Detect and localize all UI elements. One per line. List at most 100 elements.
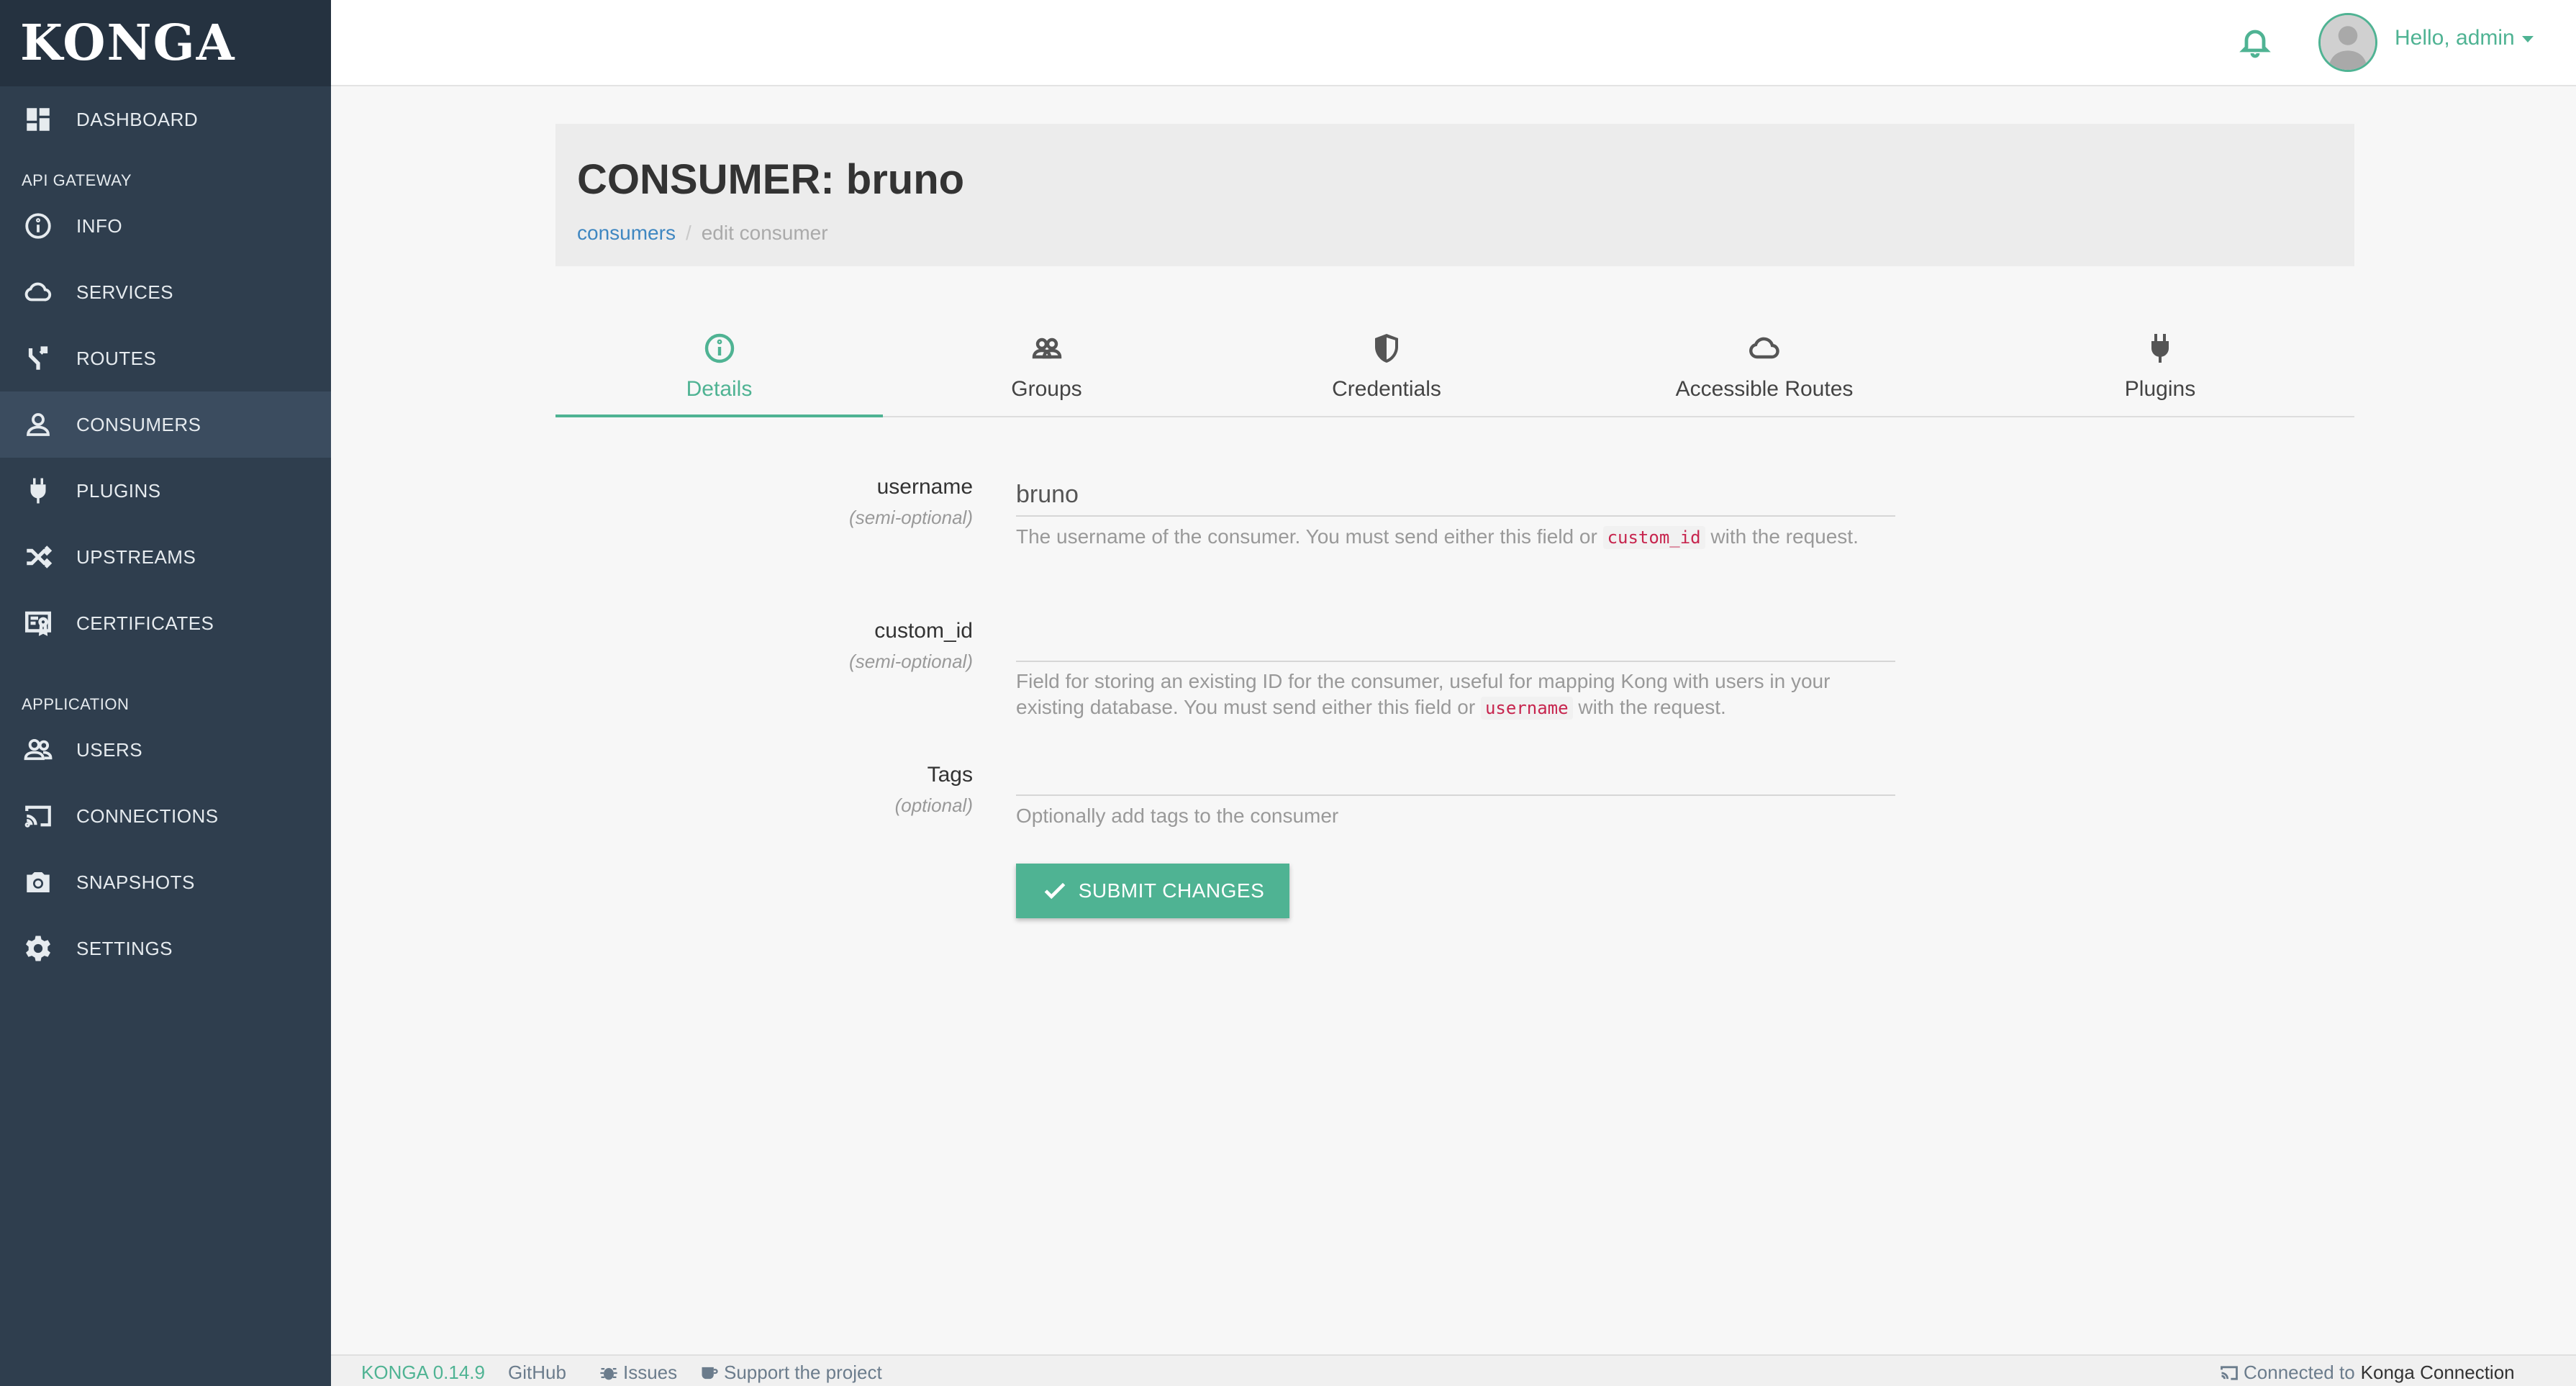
plug-icon bbox=[22, 474, 55, 507]
tab-credentials[interactable]: Credentials bbox=[1210, 322, 1563, 417]
sidebar-item-info[interactable]: INFO bbox=[0, 193, 331, 259]
cloud-icon bbox=[22, 276, 55, 309]
nav-section-api-gateway: API GATEWAY bbox=[22, 171, 132, 189]
cast-icon bbox=[2221, 1365, 2238, 1380]
sidebar-item-label: CONSUMERS bbox=[76, 413, 201, 435]
footer-version[interactable]: KONGA 0.14.9 bbox=[361, 1362, 485, 1384]
nav-section-application: APPLICATION bbox=[22, 695, 130, 713]
sidebar-item-label: SERVICES bbox=[76, 281, 174, 303]
tags-label: Tags bbox=[927, 763, 973, 787]
custom-id-sub: (semi-optional) bbox=[849, 651, 973, 672]
bell-icon[interactable] bbox=[2238, 24, 2272, 59]
support-label: Support the project bbox=[724, 1362, 882, 1383]
sidebar-item-label: ROUTES bbox=[76, 347, 157, 369]
sidebar-item-label: CONNECTIONS bbox=[76, 805, 219, 827]
cast-icon bbox=[22, 800, 55, 833]
tab-plugins[interactable]: Plugins bbox=[1966, 322, 2354, 417]
username-label: username bbox=[876, 475, 973, 499]
username-help: The username of the consumer. You must s… bbox=[1016, 524, 1895, 551]
user-greeting: Hello, admin bbox=[2395, 26, 2515, 50]
tab-details[interactable]: Details bbox=[555, 322, 883, 417]
breadcrumb: consumers / edit consumer bbox=[577, 222, 828, 245]
check-icon bbox=[1044, 882, 1066, 900]
code-username: username bbox=[1480, 697, 1573, 720]
camera-icon bbox=[22, 866, 55, 899]
routes-icon bbox=[22, 342, 55, 375]
sidebar-item-certificates[interactable]: CERTIFICATES bbox=[0, 590, 331, 656]
tab-label: Accessible Routes bbox=[1675, 377, 1854, 401]
breadcrumb-current: edit consumer bbox=[701, 222, 828, 244]
tab-label: Plugins bbox=[2124, 377, 2196, 401]
custom-id-field[interactable] bbox=[1016, 620, 1895, 662]
footer: KONGA 0.14.9 GitHub Issues Support the p… bbox=[331, 1354, 2576, 1386]
help-text: The username of the consumer. You must s… bbox=[1016, 525, 1597, 548]
certificate-icon bbox=[22, 607, 55, 640]
breadcrumb-separator: / bbox=[685, 222, 691, 244]
sidebar-item-routes[interactable]: ROUTES bbox=[0, 325, 331, 391]
tab-groups[interactable]: Groups bbox=[883, 322, 1210, 417]
page-title: CONSUMER: bruno bbox=[577, 156, 965, 203]
groups-icon bbox=[1030, 331, 1064, 366]
sidebar-item-label: SETTINGS bbox=[76, 937, 173, 959]
sidebar-item-snapshots[interactable]: SNAPSHOTS bbox=[0, 849, 331, 915]
sidebar-item-services[interactable]: SERVICES bbox=[0, 259, 331, 325]
sidebar-item-label: INFO bbox=[76, 214, 123, 237]
breadcrumb-link-consumers[interactable]: consumers bbox=[577, 222, 676, 244]
issues-label: Issues bbox=[623, 1362, 678, 1383]
footer-connection-status: Connected to Konga Connection bbox=[2219, 1362, 2515, 1384]
sidebar-item-label: UPSTREAMS bbox=[76, 545, 196, 568]
sidebar-item-label: SNAPSHOTS bbox=[76, 871, 195, 893]
sidebar-item-dashboard[interactable]: DASHBOARD bbox=[0, 86, 331, 153]
custom-id-help: Field for storing an existing ID for the… bbox=[1016, 669, 1895, 721]
help-text: with the request. bbox=[1710, 525, 1859, 548]
brand-logo[interactable]: KONGA bbox=[0, 0, 331, 86]
connection-name[interactable]: Konga Connection bbox=[2361, 1362, 2515, 1384]
sidebar-item-settings[interactable]: SETTINGS bbox=[0, 915, 331, 982]
custom-id-label: custom_id bbox=[874, 619, 973, 643]
footer-issues-link[interactable]: Issues bbox=[599, 1362, 677, 1384]
tab-label: Details bbox=[686, 377, 753, 401]
sidebar-item-connections[interactable]: CONNECTIONS bbox=[0, 783, 331, 849]
info-icon bbox=[22, 209, 55, 243]
shield-icon bbox=[1369, 331, 1404, 366]
code-custom-id: custom_id bbox=[1602, 526, 1705, 549]
chevron-down-icon bbox=[2521, 35, 2534, 42]
dashboard-icon bbox=[22, 103, 55, 136]
footer-github-link[interactable]: GitHub bbox=[508, 1362, 566, 1384]
sidebar-item-label: PLUGINS bbox=[76, 479, 161, 502]
sidebar-item-label: USERS bbox=[76, 738, 143, 761]
users-icon bbox=[22, 733, 55, 766]
brand-text: KONGA bbox=[20, 14, 236, 72]
sidebar: KONGA DASHBOARD API GATEWAY INFO SERVICE… bbox=[0, 0, 331, 1386]
tab-bar: Details Groups Credentials Accessible Ro… bbox=[555, 322, 2354, 417]
username-sub: (semi-optional) bbox=[849, 507, 973, 528]
username-field[interactable]: bruno bbox=[1016, 475, 1895, 517]
sidebar-item-plugins[interactable]: PLUGINS bbox=[0, 458, 331, 524]
user-icon bbox=[22, 408, 55, 441]
submit-label: SUBMIT CHANGES bbox=[1078, 879, 1265, 902]
bug-icon bbox=[600, 1367, 617, 1380]
shuffle-icon bbox=[22, 540, 55, 574]
info-icon bbox=[702, 331, 737, 366]
sidebar-item-label: DASHBOARD bbox=[76, 108, 199, 130]
gear-icon bbox=[22, 932, 55, 965]
page-header: CONSUMER: bruno consumers / edit consumer bbox=[555, 124, 2354, 266]
tags-help: Optionally add tags to the consumer bbox=[1016, 805, 1339, 827]
submit-changes-button[interactable]: SUBMIT CHANGES bbox=[1016, 864, 1289, 918]
tab-label: Groups bbox=[1011, 377, 1082, 401]
sidebar-item-consumers[interactable]: CONSUMERS bbox=[0, 391, 331, 458]
sidebar-item-users[interactable]: USERS bbox=[0, 717, 331, 783]
help-text: with the request. bbox=[1578, 696, 1726, 718]
sidebar-item-label: CERTIFICATES bbox=[76, 612, 214, 634]
avatar[interactable] bbox=[2318, 13, 2377, 72]
sidebar-item-upstreams[interactable]: UPSTREAMS bbox=[0, 524, 331, 590]
cloud-icon bbox=[1747, 331, 1782, 366]
tags-field[interactable] bbox=[1016, 754, 1895, 796]
footer-support-link[interactable]: Support the project bbox=[699, 1362, 882, 1384]
tab-label: Credentials bbox=[1332, 377, 1441, 401]
user-menu[interactable]: Hello, admin bbox=[2395, 26, 2534, 50]
tags-sub: (optional) bbox=[894, 794, 973, 816]
tab-accessible-routes[interactable]: Accessible Routes bbox=[1563, 322, 1966, 417]
plug-icon bbox=[2143, 331, 2177, 366]
coffee-icon bbox=[702, 1367, 718, 1379]
